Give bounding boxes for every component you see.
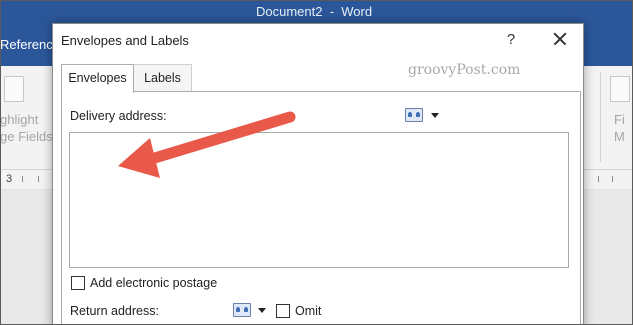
add-electronic-postage-checkbox[interactable] (71, 276, 85, 290)
omit-checkbox[interactable] (276, 304, 290, 318)
word-title-bar: Document2 - Word (0, 0, 633, 24)
close-button[interactable] (549, 27, 571, 51)
ruler-tick (38, 176, 39, 182)
ruler-tick (22, 176, 23, 182)
ribbon-right-label-line1: Fi (614, 112, 625, 127)
delivery-address-label: Delivery address: (70, 109, 167, 123)
ruler-tick (612, 176, 613, 182)
tab-labels[interactable]: Labels (134, 64, 192, 92)
highlight-fields-icon (4, 76, 24, 102)
omit-label[interactable]: Omit (295, 304, 321, 318)
delivery-address-dropdown-caret[interactable] (431, 113, 439, 118)
delivery-address-textarea[interactable] (69, 132, 569, 268)
return-address-dropdown-caret[interactable] (258, 308, 266, 313)
dialog-title: Envelopes and Labels (61, 33, 189, 48)
ruler-tick (598, 176, 599, 182)
ribbon-right-label-line2: M (614, 129, 625, 144)
ribbon-tab-references[interactable]: Referenc (0, 37, 53, 52)
tab-envelopes[interactable]: Envelopes (61, 64, 134, 93)
return-address-label: Return address: (70, 304, 159, 318)
ribbon-separator (600, 72, 601, 162)
finish-merge-icon (610, 76, 630, 102)
return-address-book-icon[interactable] (233, 303, 251, 317)
ruler-number: 3 (6, 173, 13, 185)
watermark: groovyPost.com (408, 62, 521, 78)
delivery-address-book-icon[interactable] (405, 108, 423, 122)
window-title: Document2 - Word (256, 4, 373, 19)
ribbon-left-label-line2: ge Fields (0, 129, 53, 144)
help-button[interactable]: ? (501, 29, 521, 51)
ribbon-left-label-line1: ghlight (0, 112, 39, 127)
add-electronic-postage-label[interactable]: Add electronic postage (90, 276, 217, 290)
